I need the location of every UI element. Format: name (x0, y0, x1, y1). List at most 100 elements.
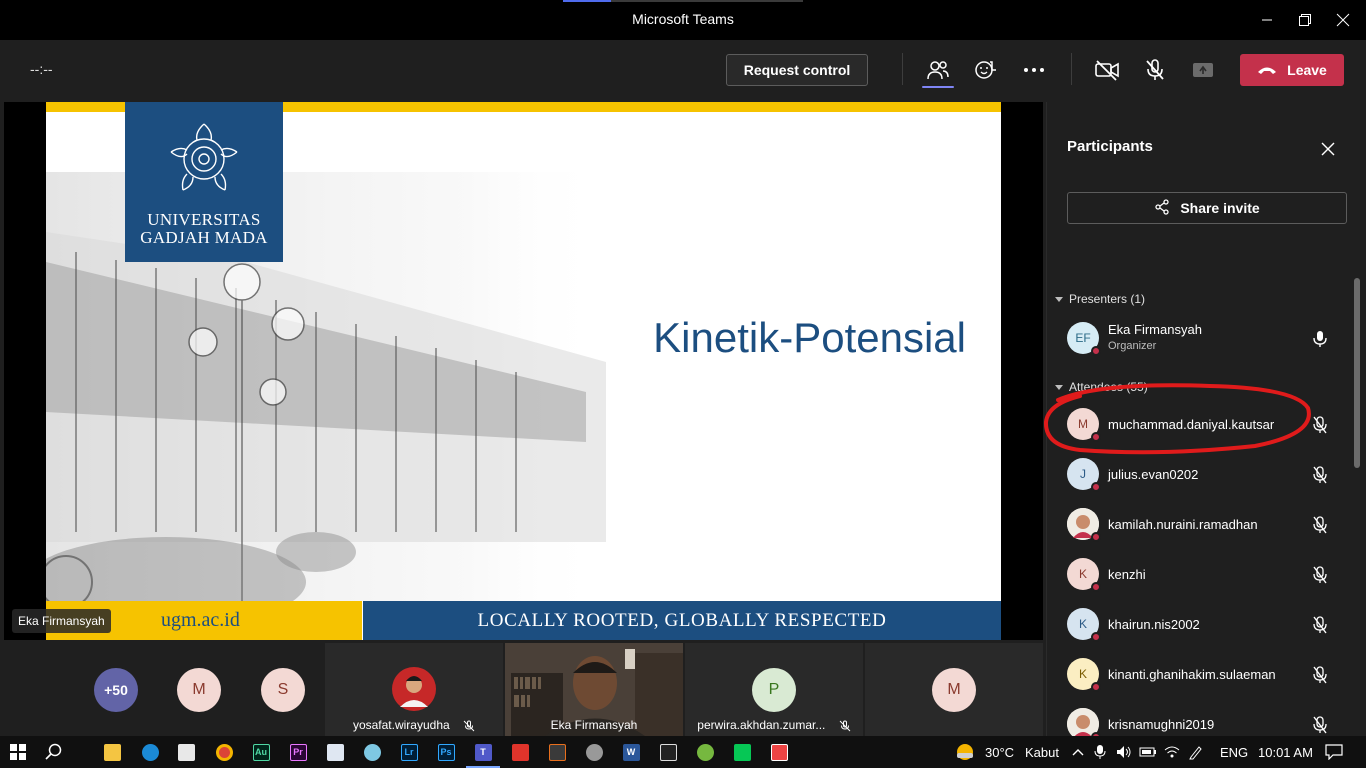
title-accent-highlight (563, 0, 611, 2)
word-icon[interactable]: W (619, 740, 643, 764)
share-screen-icon[interactable] (1188, 55, 1218, 85)
battery-icon[interactable] (1136, 740, 1160, 764)
participant-role: Organizer (1108, 340, 1157, 352)
chevron-up-icon[interactable] (1066, 740, 1090, 764)
status-indicator (1091, 346, 1101, 356)
participant-video-tile[interactable]: Eka Firmansyah (505, 643, 683, 736)
clock-time[interactable]: 10:01 AM (1258, 745, 1313, 760)
app-icon[interactable] (582, 740, 606, 764)
photoshop-icon[interactable]: Ps (434, 740, 458, 764)
collapse-caret-icon (1055, 380, 1063, 394)
close-icon[interactable] (1321, 142, 1335, 161)
weather-description[interactable]: Kabut (1025, 745, 1059, 760)
share-invite-button[interactable]: Share invite (1067, 192, 1347, 224)
mic-on-icon (1313, 330, 1327, 353)
teams-icon[interactable]: T (471, 740, 495, 764)
participant-row[interactable]: kamilah.nuraini.ramadhan (1047, 500, 1355, 550)
panel-title: Participants (1067, 138, 1153, 155)
participant-tile[interactable]: P perwira.akhdan.zumar... (685, 643, 863, 736)
utorrent-icon[interactable] (693, 740, 717, 764)
input-language[interactable]: ENG (1220, 745, 1248, 760)
attendees-header-label: Attendees (55) (1069, 380, 1148, 394)
participant-name: kenzhi (1108, 567, 1146, 582)
participant-row[interactable]: krisnamughni2019 (1047, 700, 1355, 736)
presenters-section-header[interactable]: Presenters (1) (1055, 292, 1145, 306)
store-icon[interactable] (174, 740, 198, 764)
more-options-icon[interactable] (1019, 55, 1049, 85)
hangup-icon (1257, 62, 1277, 78)
participant-tile[interactable]: yosafat.wirayudha (325, 643, 503, 736)
divider (902, 53, 903, 85)
participant-avatar: P (752, 668, 796, 712)
pen-icon[interactable] (1184, 740, 1208, 764)
app-icon[interactable] (767, 740, 791, 764)
participant-photo (392, 667, 436, 711)
mic-muted-icon (1313, 666, 1327, 689)
lightroom-icon[interactable]: Lr (397, 740, 421, 764)
status-indicator (1091, 482, 1101, 492)
leave-button[interactable]: Leave (1240, 54, 1344, 86)
app-icon[interactable] (360, 740, 384, 764)
meeting-controls-bar: --:-- Request control Leave (0, 40, 1366, 102)
chrome-icon[interactable] (212, 740, 236, 764)
participant-name: julius.evan0202 (1108, 467, 1199, 482)
wifi-icon[interactable] (1160, 740, 1184, 764)
participant-name: Eka Firmansyah (1108, 322, 1202, 337)
participant-row[interactable]: Kkhairun.nis2002 (1047, 600, 1355, 650)
participant-avatar[interactable]: S (261, 668, 305, 712)
participant-row[interactable]: Kkinanti.ghanihakim.sulaeman (1047, 650, 1355, 700)
audition-icon[interactable]: Au (249, 740, 273, 764)
participant-avatar[interactable]: M (177, 668, 221, 712)
mic-muted-icon (1313, 616, 1327, 639)
security-icon[interactable] (656, 740, 680, 764)
collapse-caret-icon (1055, 292, 1063, 306)
presenters-header-label: Presenters (1) (1069, 292, 1146, 306)
participant-name: krisnamughni2019 (1108, 717, 1215, 732)
search-icon[interactable] (42, 740, 66, 764)
participant-row[interactable]: Jjulius.evan0202 (1047, 450, 1355, 500)
weather-temperature[interactable]: 30°C (985, 745, 1014, 760)
mic-muted-icon (1313, 516, 1327, 539)
windows-start-icon[interactable] (6, 740, 30, 764)
edge-icon[interactable] (138, 740, 162, 764)
acrobat-icon[interactable] (508, 740, 532, 764)
people-icon[interactable] (923, 55, 953, 85)
camera-off-icon[interactable] (1092, 55, 1122, 85)
participant-tile-name: perwira.akhdan.zumar... (697, 718, 826, 732)
file-explorer-icon[interactable] (100, 740, 124, 764)
volume-icon[interactable] (1112, 740, 1136, 764)
more-participants-badge[interactable]: +50 (94, 668, 138, 712)
participant-row[interactable]: EF Eka Firmansyah Organizer (1047, 314, 1355, 364)
reactions-icon[interactable] (971, 55, 1001, 85)
teams-meeting-window: Microsoft Teams --:-- Request control Le… (0, 0, 1366, 768)
participant-row[interactable]: Kkenzhi (1047, 550, 1355, 600)
weather-icon[interactable] (953, 740, 977, 764)
title-bar: Microsoft Teams (0, 0, 1366, 40)
status-indicator (1091, 432, 1101, 442)
notes-icon[interactable] (323, 740, 347, 764)
notifications-icon[interactable] (1322, 740, 1346, 764)
mic-muted-icon (1313, 416, 1327, 439)
mic-muted-icon (1313, 566, 1327, 589)
participant-tile[interactable]: M (865, 643, 1043, 736)
app-icon[interactable] (545, 740, 569, 764)
mic-off-icon[interactable] (1140, 55, 1170, 85)
participants-panel: Participants Share invite Presenters (1)… (1046, 102, 1366, 736)
participant-row[interactable]: Mmuchammad.daniyal.kautsar (1047, 400, 1355, 450)
line-icon[interactable] (730, 740, 754, 764)
people-active-indicator (922, 86, 954, 88)
status-indicator (1091, 632, 1101, 642)
mic-muted-icon (1313, 716, 1327, 736)
share-invite-label: Share invite (1180, 200, 1260, 216)
microphone-tray-icon[interactable] (1088, 740, 1112, 764)
request-control-button[interactable]: Request control (726, 54, 868, 86)
participant-name: kinanti.ghanihakim.sulaeman (1108, 667, 1276, 682)
shared-content-stage: UNIVERSITAS GADJAH MADA Kinetik-Potensia… (4, 102, 1043, 640)
premiere-icon[interactable]: Pr (286, 740, 310, 764)
attendees-section-header[interactable]: Attendees (55) (1055, 380, 1148, 394)
panel-scrollbar[interactable] (1354, 278, 1360, 468)
participant-name: muchammad.daniyal.kautsar (1108, 417, 1275, 432)
participant-tile-name: Eka Firmansyah (550, 718, 638, 732)
close-window-icon[interactable] (1320, 0, 1366, 40)
participant-name: khairun.nis2002 (1108, 617, 1200, 632)
